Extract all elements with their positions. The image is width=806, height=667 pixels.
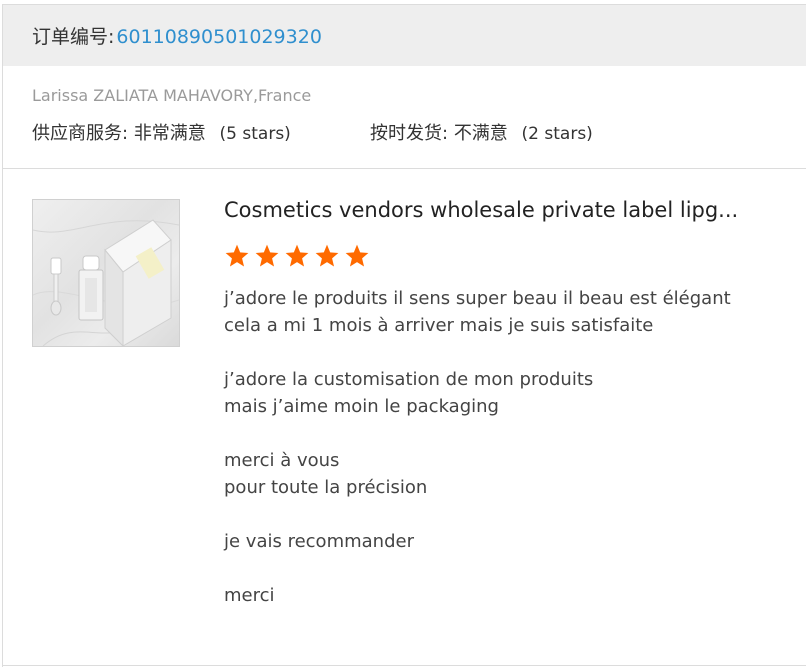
buyer-name: Larissa ZALIATA MAHAVORY,France: [32, 86, 312, 105]
review-paragraph-gap: [224, 339, 784, 366]
review-paragraph-gap: [224, 555, 784, 582]
supplier-service-label: 供应商服务:: [32, 123, 129, 144]
star-icon: [225, 244, 249, 267]
feedback-card: 订单编号: 60110890501029320 Larissa ZALIATA M…: [2, 4, 806, 667]
review-line: cela a mi 1 mois à arriver mais je suis …: [224, 315, 654, 336]
supplier-service-stars: (5 stars): [219, 124, 291, 144]
review-line: mais j’aime moin le packaging: [224, 396, 499, 417]
star-icon: [255, 244, 279, 267]
order-number-label: 订单编号:: [32, 26, 115, 48]
star-icon: [345, 244, 369, 267]
order-number-link[interactable]: 60110890501029320: [116, 26, 322, 48]
star-icon: [285, 244, 309, 267]
review-line: pour toute la précision: [224, 477, 428, 498]
card-bottom-border: [3, 665, 806, 666]
product-star-rating: [224, 243, 374, 273]
review-line: j’adore le produits il sens super beau i…: [224, 288, 731, 309]
order-header: 订单编号: 60110890501029320: [3, 5, 806, 66]
review-line: merci: [224, 585, 275, 606]
review-line: je vais recommander: [224, 531, 414, 552]
review-paragraph-gap: [224, 420, 784, 447]
product-image-lipgloss: [33, 219, 179, 346]
section-divider: [3, 168, 806, 169]
on-time-shipping-value: 不满意: [453, 123, 508, 144]
on-time-shipping-rating: 按时发货: 不满意 (2 stars): [370, 119, 593, 145]
on-time-shipping-label: 按时发货:: [370, 123, 449, 144]
review-text: j’adore le produits il sens super beau i…: [224, 285, 784, 609]
star-icon: [315, 244, 339, 267]
review-line: j’adore la customisation de mon produits: [224, 369, 594, 390]
supplier-service-rating: 供应商服务: 非常满意 (5 stars): [32, 119, 291, 145]
product-thumbnail[interactable]: [32, 199, 180, 347]
on-time-shipping-stars: (2 stars): [521, 124, 593, 144]
review-paragraph-gap: [224, 501, 784, 528]
order-number-row: 订单编号: 60110890501029320: [32, 22, 322, 49]
review-line: merci à vous: [224, 450, 340, 471]
supplier-service-value: 非常满意: [133, 123, 206, 144]
product-title-link[interactable]: Cosmetics vendors wholesale private labe…: [224, 198, 738, 222]
